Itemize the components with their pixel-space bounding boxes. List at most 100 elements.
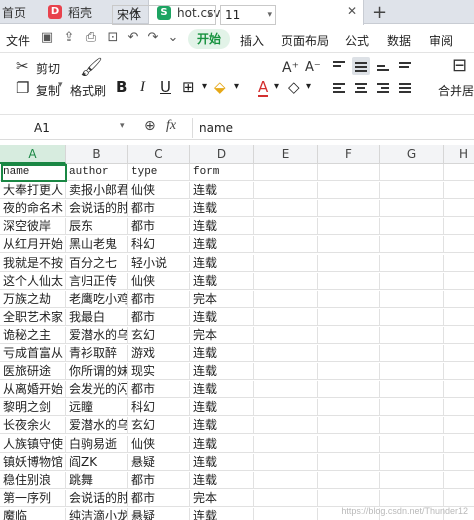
cell-h4[interactable] — [444, 218, 474, 235]
cell-c2[interactable]: 仙侠 — [128, 182, 190, 200]
cell-e11[interactable] — [254, 345, 318, 362]
cell-c19[interactable]: 都市 — [128, 489, 190, 507]
menu-start[interactable]: 开始 — [188, 29, 230, 49]
cell-c11[interactable]: 游戏 — [128, 345, 190, 362]
cell-c7[interactable]: 仙侠 — [128, 272, 190, 290]
chevron-down-icon[interactable]: ▾ — [202, 79, 207, 95]
cell-d19[interactable]: 完本 — [190, 489, 254, 507]
cell-b3[interactable]: 会说话的肘子 — [66, 200, 128, 218]
cell-e1[interactable] — [254, 164, 318, 181]
cell-f17[interactable] — [318, 453, 380, 471]
cell-a4[interactable]: 深空彼岸 — [0, 218, 66, 236]
cell-d5[interactable]: 连载 — [190, 236, 254, 254]
cell-h6[interactable] — [444, 255, 474, 272]
align-right-icon[interactable] — [374, 79, 392, 97]
chevron-down-icon[interactable]: ▾ — [58, 80, 63, 90]
cell-b7[interactable]: 言归正传 — [66, 272, 128, 290]
cell-g1[interactable] — [380, 164, 444, 181]
cell-d1[interactable]: form — [190, 164, 254, 181]
cell-g16[interactable] — [380, 435, 444, 453]
font-size-select[interactable]: 11 ▾ — [220, 5, 276, 25]
cell-f11[interactable] — [318, 345, 380, 362]
cell-g18[interactable] — [380, 471, 444, 489]
cell-d17[interactable]: 连载 — [190, 453, 254, 471]
cell-h9[interactable] — [444, 309, 474, 326]
cell-e2[interactable] — [254, 182, 318, 200]
cell-f2[interactable] — [318, 182, 380, 200]
cell-a12[interactable]: 医旅研途 — [0, 363, 66, 381]
cell-c4[interactable]: 都市 — [128, 218, 190, 236]
cell-c1[interactable]: type — [128, 164, 190, 181]
cell-g5[interactable] — [380, 236, 444, 254]
cell-h1[interactable] — [444, 164, 474, 181]
cell-c20[interactable]: 悬疑 — [128, 507, 190, 520]
cell-a20[interactable]: 魔临 — [0, 507, 66, 520]
cell-e4[interactable] — [254, 218, 318, 236]
cell-e10[interactable] — [254, 326, 318, 344]
cell-f9[interactable] — [318, 308, 380, 326]
cell-c6[interactable]: 轻小说 — [128, 254, 190, 272]
cell-b10[interactable]: 爱潜水的乌贼 — [66, 326, 128, 344]
menu-formulas[interactable]: 公式 — [345, 32, 369, 49]
cell-b16[interactable]: 白驹易逝 — [66, 435, 128, 453]
italic-icon[interactable]: I — [140, 79, 145, 95]
menu-page-layout[interactable]: 页面布局 — [281, 32, 329, 49]
cell-g19[interactable] — [380, 489, 444, 507]
cell-a8[interactable]: 万族之劫 — [0, 290, 66, 308]
cell-e8[interactable] — [254, 290, 318, 308]
cell-g15[interactable] — [380, 417, 444, 435]
cell-e3[interactable] — [254, 200, 318, 218]
underline-icon[interactable]: U — [160, 79, 171, 95]
cell-b1[interactable]: author — [66, 164, 128, 181]
cell-a14[interactable]: 黎明之剑 — [0, 399, 66, 417]
cell-d4[interactable]: 连载 — [190, 218, 254, 236]
column-header-b[interactable]: B — [66, 145, 128, 164]
cell-b8[interactable]: 老鹰吃小鸡 — [66, 290, 128, 308]
cell-h10[interactable] — [444, 327, 474, 344]
cell-h17[interactable] — [444, 454, 474, 471]
cell-g14[interactable] — [380, 399, 444, 417]
cell-d6[interactable]: 连载 — [190, 254, 254, 272]
cell-c15[interactable]: 玄幻 — [128, 417, 190, 435]
cell-e17[interactable] — [254, 453, 318, 471]
column-header-a[interactable]: A — [0, 145, 66, 164]
share-icon[interactable]: ⇪ — [62, 31, 76, 45]
align-left-icon[interactable] — [330, 79, 348, 97]
cell-c5[interactable]: 科幻 — [128, 236, 190, 254]
cell-b11[interactable]: 青衫取醉 — [66, 345, 128, 362]
cell-f12[interactable] — [318, 363, 380, 381]
cell-a7[interactable]: 这个人仙太 — [0, 272, 66, 290]
cell-h16[interactable] — [444, 436, 474, 453]
cell-f16[interactable] — [318, 435, 380, 453]
preview-icon[interactable]: ⊡ — [106, 31, 120, 45]
column-header-c[interactable]: C — [128, 145, 190, 164]
formula-input[interactable]: name — [192, 118, 474, 138]
cell-d7[interactable]: 连载 — [190, 272, 254, 290]
cell-g12[interactable] — [380, 363, 444, 381]
cell-h2[interactable] — [444, 182, 474, 199]
cell-c9[interactable]: 都市 — [128, 308, 190, 326]
tab-home[interactable]: 首页 — [0, 0, 38, 24]
increase-font-icon[interactable]: A⁺ — [282, 60, 299, 76]
cell-d9[interactable]: 连载 — [190, 308, 254, 326]
align-top-icon[interactable] — [330, 57, 348, 75]
cell-a15[interactable]: 长夜余火 — [0, 417, 66, 435]
cell-c16[interactable]: 仙侠 — [128, 435, 190, 453]
cell-g4[interactable] — [380, 218, 444, 236]
cell-e12[interactable] — [254, 363, 318, 381]
cell-c3[interactable]: 都市 — [128, 200, 190, 218]
cell-a11[interactable]: 亏成首富从 — [0, 345, 66, 362]
cell-b15[interactable]: 爱潜水的乌贼 — [66, 417, 128, 435]
wrap-text-icon[interactable] — [396, 57, 414, 75]
fill-color-icon[interactable]: ⬙ — [214, 79, 226, 95]
cell-g8[interactable] — [380, 290, 444, 308]
chevron-down-icon[interactable]: ▾ — [234, 79, 239, 95]
cell-f5[interactable] — [318, 236, 380, 254]
chevron-down-icon[interactable]: ⌄ — [166, 31, 180, 45]
cell-name-box[interactable]: A1 — [0, 118, 128, 138]
cell-a6[interactable]: 我就是不按 — [0, 254, 66, 272]
cell-e13[interactable] — [254, 381, 318, 399]
cell-f8[interactable] — [318, 290, 380, 308]
cut-button[interactable]: 剪切 — [36, 60, 60, 77]
cell-b9[interactable]: 我最白 — [66, 308, 128, 326]
